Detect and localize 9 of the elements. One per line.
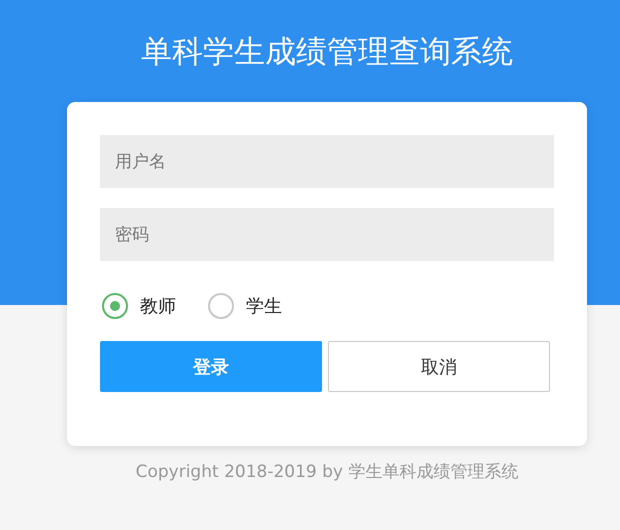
page-title: 单科学生成绩管理查询系统	[141, 33, 513, 72]
radio-label: 教师	[140, 295, 176, 318]
cancel-button[interactable]: 取消	[328, 341, 550, 392]
radio-button[interactable]	[102, 293, 128, 319]
copyright-text: Copyright 2018-2019 by 学生单科成绩管理系统	[136, 461, 518, 483]
radio-label: 学生	[246, 295, 282, 318]
password-field[interactable]: 密码	[100, 208, 554, 261]
radio-button[interactable]	[208, 293, 234, 319]
username-field[interactable]: 用户名	[100, 135, 554, 188]
